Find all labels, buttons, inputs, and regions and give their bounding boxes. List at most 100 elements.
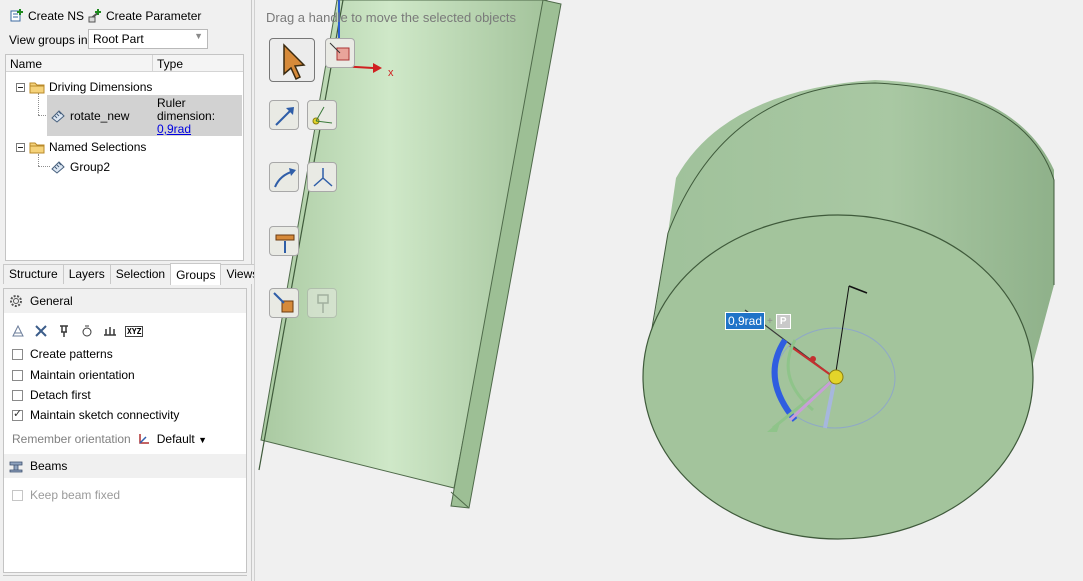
options-panel: General XYZ Create patterns Maintain ori… (3, 288, 247, 573)
collapse-toggle[interactable] (16, 142, 25, 152)
orientation-dropdown[interactable]: Default ▼ (157, 432, 207, 446)
trajectory-button[interactable] (269, 162, 299, 192)
general-heading: General (30, 294, 73, 308)
anchor-icon[interactable] (79, 323, 95, 339)
tree-header: Name Type (6, 55, 243, 72)
cylinder-part[interactable] (642, 80, 1055, 540)
panel-bottom-border (3, 575, 247, 581)
diagonal-arrow-icon (275, 107, 294, 126)
named-selections-label: Named Selections (49, 140, 147, 154)
pin-icon[interactable] (56, 323, 72, 339)
move-anchor-button[interactable] (325, 38, 355, 68)
pivot-button[interactable] (307, 100, 337, 130)
detach-button[interactable] (269, 288, 299, 318)
create-ns-button[interactable]: Create NS (9, 7, 84, 25)
xyz-coordinates-icon[interactable]: XYZ (125, 325, 144, 337)
create-patterns-box[interactable] (12, 348, 23, 360)
tab-selection[interactable]: Selection (109, 264, 172, 284)
sketch-pencil-icon[interactable] (10, 323, 26, 339)
column-header-type[interactable]: Type (153, 55, 187, 71)
maintain-orientation-label: Maintain orientation (30, 368, 135, 382)
view-groups-value: Root Part (93, 32, 144, 46)
keep-beam-fixed-checkbox[interactable]: Keep beam fixed (12, 488, 120, 502)
folder-icon (29, 142, 45, 153)
pin-disabled-icon (317, 294, 329, 313)
orientation-axes-icon (138, 434, 149, 444)
collapse-toggle[interactable] (16, 82, 25, 92)
rotate-new-label: rotate_new (70, 108, 130, 123)
create-ns-icon (10, 9, 23, 22)
group2-label: Group2 (70, 159, 111, 174)
remember-orientation-label: Remember orientation (12, 432, 131, 446)
create-patterns-label: Create patterns (30, 347, 113, 361)
tab-layers[interactable]: Layers (62, 264, 111, 284)
along-path-button[interactable] (269, 100, 299, 130)
axis-x-label: x (388, 67, 394, 79)
maintain-orientation-checkbox[interactable]: Maintain orientation (12, 368, 135, 382)
dimension-value-input[interactable]: 0,9rad (725, 312, 766, 330)
left-panel: Create NS Create Parameter View groups i… (0, 0, 265, 581)
tree-node-group2[interactable]: Group2 (50, 159, 110, 174)
tree-node-rotate-new[interactable]: rotate_new (50, 108, 129, 123)
maintain-orientation-box[interactable] (12, 369, 23, 381)
select-tool-button[interactable] (269, 38, 315, 82)
scene-canvas[interactable]: x (255, 0, 1083, 581)
create-patterns-checkbox[interactable]: Create patterns (12, 347, 113, 361)
tab-groups[interactable]: Groups (170, 263, 222, 285)
design-viewport[interactable]: x Drag a handle to move the selected obj… (254, 0, 1083, 581)
keep-beam-fixed-box[interactable] (12, 489, 23, 501)
create-parameter-button[interactable]: Create Parameter (87, 7, 201, 25)
maintain-sketch-label: Maintain sketch connectivity (30, 408, 180, 422)
curve-arrow-icon (274, 168, 296, 188)
folder-icon (29, 82, 45, 93)
view-groups-label: View groups in: (9, 33, 91, 47)
rotate-new-type: Ruler dimension: 0,9rad (157, 97, 215, 136)
column-header-name[interactable]: Name (6, 55, 153, 71)
maintain-sketch-box[interactable] (12, 407, 23, 421)
detach-icon (273, 292, 294, 313)
groups-tree: Name Type Driving Dimensions rotate_new … (5, 54, 244, 261)
maintain-sketch-checkbox[interactable]: Maintain sketch connectivity (12, 407, 180, 422)
dimension-label[interactable]: 0,9rad + P (725, 312, 791, 330)
ruler-snap-icon[interactable] (102, 323, 118, 339)
disabled-tool-button[interactable] (307, 288, 337, 318)
plus-icon: + (767, 315, 773, 327)
tree-connector (38, 166, 50, 167)
keep-beam-fixed-label: Keep beam fixed (30, 488, 121, 502)
detach-first-checkbox[interactable]: Detach first (12, 388, 91, 402)
tab-structure[interactable]: Structure (3, 264, 64, 284)
anchor-box-icon (329, 42, 350, 61)
create-parameter-icon (88, 9, 101, 23)
chevron-down-icon: ▼ (198, 435, 208, 445)
tree-connector (38, 93, 39, 115)
group-icon (51, 161, 65, 174)
status-hint: Drag a handle to move the selected objec… (266, 10, 517, 25)
section-beams[interactable]: Beams (4, 454, 246, 478)
detach-first-label: Detach first (30, 388, 91, 402)
remember-orientation-row: Remember orientation Default ▼ (12, 432, 207, 446)
panel-tabs: Structure Layers Selection Groups Views (3, 263, 265, 285)
section-general[interactable]: General (4, 289, 246, 313)
cross-arrows-icon[interactable] (33, 323, 49, 339)
cursor-arrow-icon (283, 43, 306, 81)
up-to-button[interactable] (269, 226, 299, 256)
tree-connector (38, 154, 39, 166)
orientation-value: Default (156, 432, 195, 446)
view-groups-select[interactable]: Root Part ▼ (88, 29, 208, 49)
general-icon-row: XYZ (10, 323, 144, 339)
chevron-down-icon: ▼ (194, 31, 203, 41)
create-ns-label: Create NS (28, 9, 85, 23)
up-to-icon (275, 234, 295, 253)
beam-icon (9, 461, 23, 473)
ruler-button[interactable] (307, 162, 337, 192)
dimension-value-link[interactable]: 0,9rad (157, 122, 191, 136)
create-parameter-label: Create Parameter (106, 9, 202, 23)
tree-node-named-selections[interactable]: Named Selections (16, 140, 146, 154)
pivot-point-icon (312, 106, 333, 125)
detach-first-box[interactable] (12, 389, 23, 401)
triad-arrows-icon (313, 168, 333, 187)
dimension-tag[interactable]: P (775, 313, 791, 329)
ruler-dimension-icon (51, 110, 65, 123)
beams-heading: Beams (30, 459, 68, 473)
tree-node-driving-dimensions[interactable]: Driving Dimensions (16, 80, 152, 94)
